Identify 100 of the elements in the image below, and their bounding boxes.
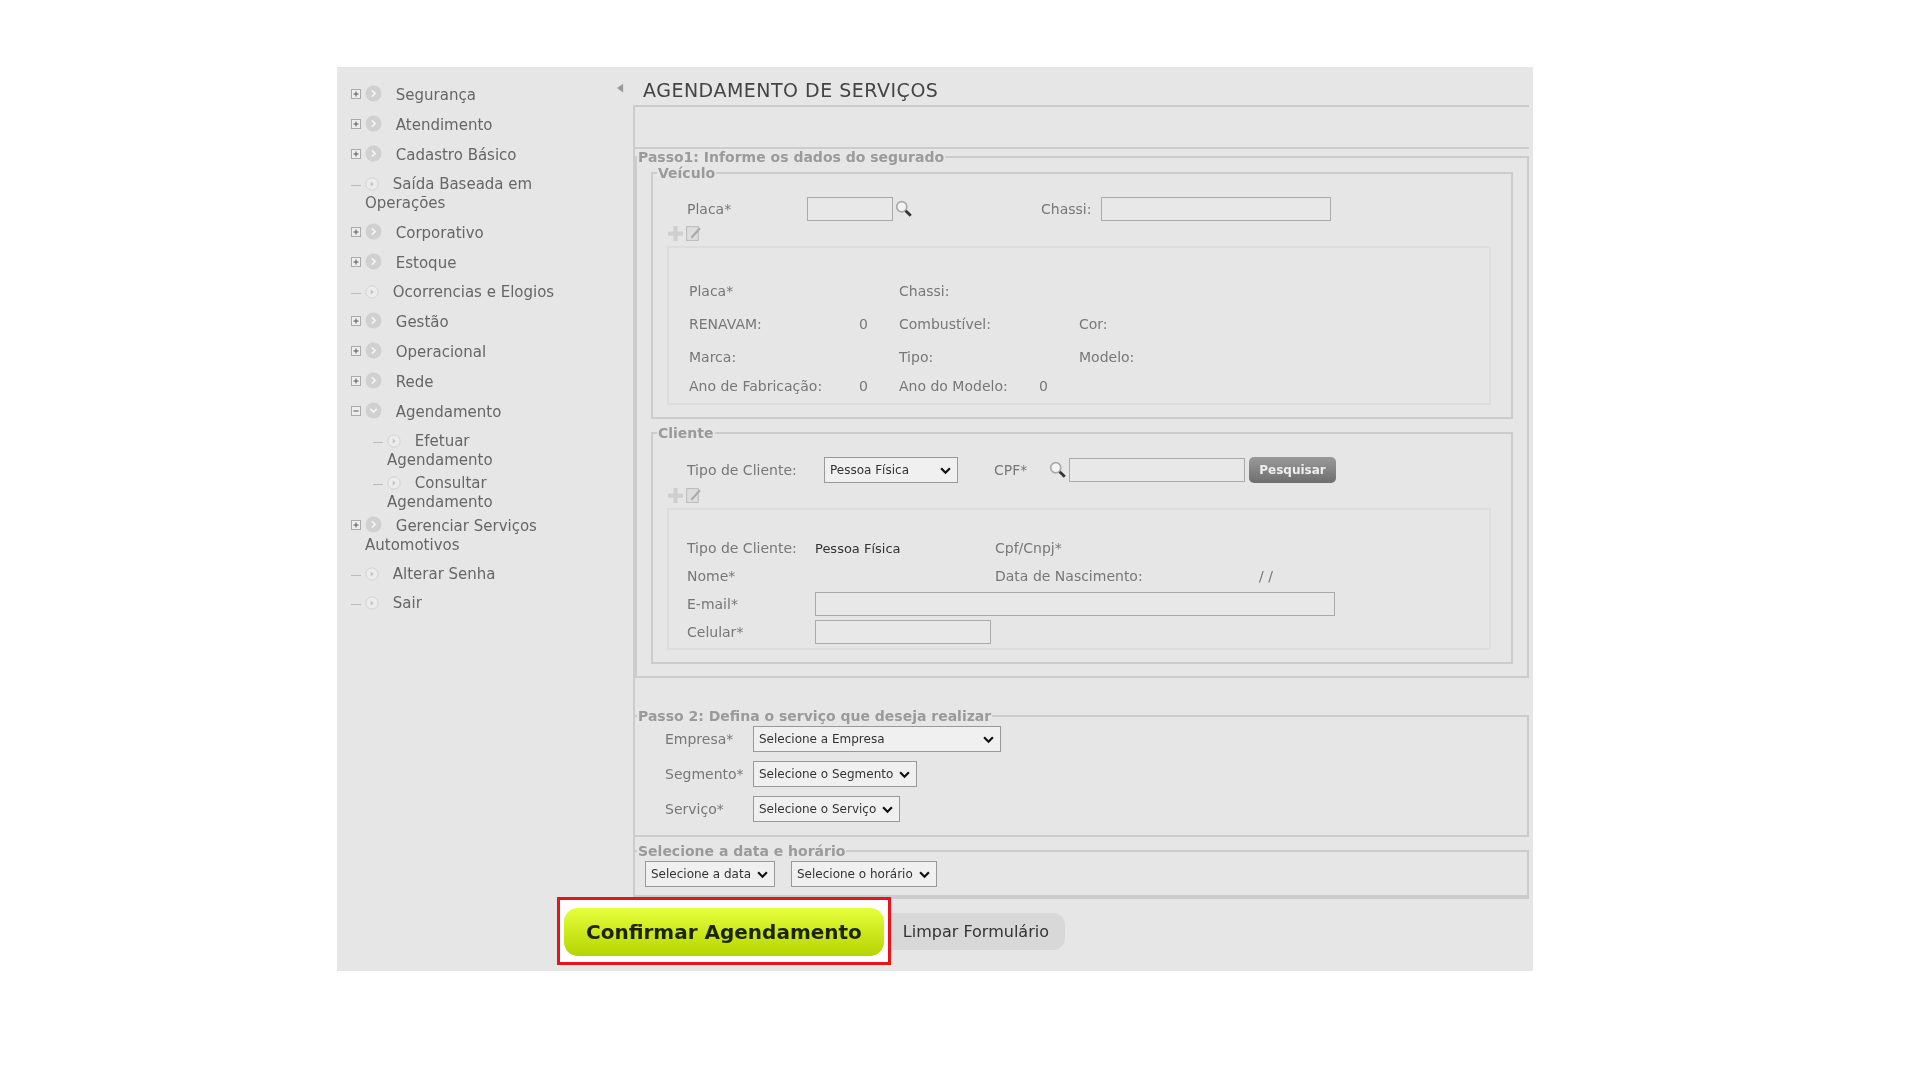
info-label: RENAVAM:	[689, 315, 763, 332]
expander-icon[interactable]	[351, 316, 361, 326]
page-title: AGENDAMENTO DE SERVIÇOS	[643, 79, 940, 101]
chevron-down-icon	[757, 869, 768, 879]
field-label: CPF*	[994, 462, 1028, 478]
field-label: Tipo de Cliente:	[687, 462, 798, 478]
info-value: 0	[859, 378, 868, 394]
menu-item[interactable]: Saída Baseada em Operações	[365, 175, 595, 213]
chevron-circle-icon	[365, 402, 382, 419]
section-legend: Passo1: Informe os dados do segurado	[637, 149, 946, 165]
menu-item[interactable]: Consultar Agendamento	[387, 474, 577, 512]
menu-item[interactable]: Corporativo	[365, 223, 595, 243]
info-label: Ano de Fabricação:	[689, 378, 824, 394]
chevron-down-icon	[983, 734, 994, 744]
search-icon[interactable]	[895, 200, 913, 218]
info-label: Celular*	[687, 624, 745, 640]
dropdown[interactable]: Selecione a Empresa	[753, 726, 1001, 752]
menu-item[interactable]: Alterar Senha	[365, 565, 595, 584]
info-label: Cpf/Cnpj*	[995, 540, 1062, 556]
expander-icon[interactable]	[351, 346, 361, 356]
play-circle-icon	[365, 567, 379, 581]
menu-item[interactable]: Rede	[365, 372, 595, 392]
info-value: 0	[859, 315, 868, 332]
section-legend: Cliente	[657, 425, 715, 441]
expander-icon[interactable]	[351, 149, 361, 159]
info-label: Chassi:	[899, 282, 951, 299]
menu-item[interactable]: Gestão	[365, 312, 595, 332]
info-value: / /	[1259, 568, 1273, 584]
chevron-circle-icon	[365, 115, 382, 132]
menu-item[interactable]: Segurança	[365, 85, 595, 105]
expander-icon[interactable]	[351, 89, 361, 99]
chevron-circle-icon	[365, 312, 382, 329]
expander-icon[interactable]	[351, 520, 361, 530]
expander-icon[interactable]	[351, 119, 361, 129]
dropdown[interactable]: Selecione o Segmento	[753, 761, 918, 787]
menu-item[interactable]: Agendamento	[365, 402, 595, 422]
chevron-circle-icon	[365, 342, 382, 359]
chevron-down-icon	[882, 804, 894, 814]
field-label: Empresa*	[665, 731, 735, 747]
play-circle-icon	[365, 177, 379, 191]
chevron-down-icon	[918, 869, 930, 879]
info-label: Data de Nascimento:	[995, 568, 1144, 584]
chevron-circle-icon	[365, 223, 382, 240]
info-label: Combustível:	[899, 315, 992, 332]
chevron-circle-icon	[365, 516, 382, 533]
client-type-dropdown[interactable]: Pessoa Física	[824, 457, 958, 483]
play-circle-icon	[387, 434, 401, 448]
info-label: Nome*	[687, 568, 737, 584]
menu-item[interactable]: Sair	[365, 594, 595, 613]
phone-field[interactable]	[815, 620, 991, 644]
info-label: Placa*	[689, 282, 735, 299]
chevron-down-icon	[940, 465, 951, 475]
play-circle-icon	[387, 476, 401, 490]
plate-field[interactable]	[807, 197, 893, 221]
info-label: Tipo de Cliente:	[687, 540, 798, 556]
play-circle-icon	[365, 285, 379, 299]
cpf-field[interactable]	[1069, 458, 1246, 482]
chassis-field[interactable]	[1101, 197, 1332, 221]
menu-item[interactable]: Atendimento	[365, 115, 595, 135]
expander-icon[interactable]	[351, 227, 361, 237]
section-legend: Selecione a data e horário	[637, 843, 847, 859]
info-value: Pessoa Física	[815, 540, 902, 556]
chevron-down-icon	[899, 769, 911, 779]
chevron-circle-icon	[365, 253, 382, 270]
info-label: E-mail*	[687, 596, 739, 612]
field-label: Serviço*	[665, 801, 725, 817]
chevron-circle-icon	[365, 145, 382, 162]
clear-button[interactable]: Limpar Formulário	[890, 912, 1065, 950]
dropdown[interactable]: Selecione o Serviço	[753, 796, 901, 822]
info-label: Cor:	[1079, 315, 1108, 332]
expander-icon[interactable]	[351, 406, 361, 416]
menu-item[interactable]: Operacional	[365, 342, 595, 362]
date-dropdown[interactable]: Selecione a data	[645, 861, 775, 887]
confirm-button[interactable]: Confirmar Agendamento	[564, 908, 884, 956]
search-icon[interactable]	[1049, 461, 1068, 479]
edit-icon[interactable]	[685, 487, 702, 504]
section-legend: Veículo	[657, 165, 717, 181]
expander-icon[interactable]	[351, 376, 361, 386]
info-label: Tipo:	[899, 348, 935, 365]
collapse-arrow-icon[interactable]	[617, 83, 624, 93]
menu-item[interactable]: Gerenciar Serviços Automotivos	[365, 516, 595, 555]
chevron-circle-icon	[365, 85, 382, 102]
menu-item[interactable]: Estoque	[365, 253, 595, 273]
info-label: Marca:	[689, 348, 738, 365]
info-label: Modelo:	[1079, 348, 1135, 365]
menu-item[interactable]: Ocorrencias e Elogios	[365, 283, 595, 302]
search-button[interactable]: Pesquisar	[1249, 457, 1336, 483]
expander-icon[interactable]	[351, 257, 361, 267]
chevron-circle-icon	[365, 372, 382, 389]
info-value: 0	[1039, 378, 1048, 394]
menu-item[interactable]: Efetuar Agendamento	[387, 432, 577, 470]
menu-item[interactable]: Cadastro Básico	[365, 145, 595, 165]
section-legend: Passo 2: Defina o serviço que deseja realizar	[637, 708, 993, 724]
info-label: Ano do Modelo:	[899, 378, 1009, 394]
field-label: Placa*	[687, 201, 733, 217]
play-circle-icon	[365, 596, 379, 610]
edit-icon[interactable]	[685, 225, 702, 242]
email-field[interactable]	[815, 592, 1335, 616]
field-label: Segmento*	[665, 766, 745, 782]
time-dropdown[interactable]: Selecione o horário	[791, 861, 937, 887]
